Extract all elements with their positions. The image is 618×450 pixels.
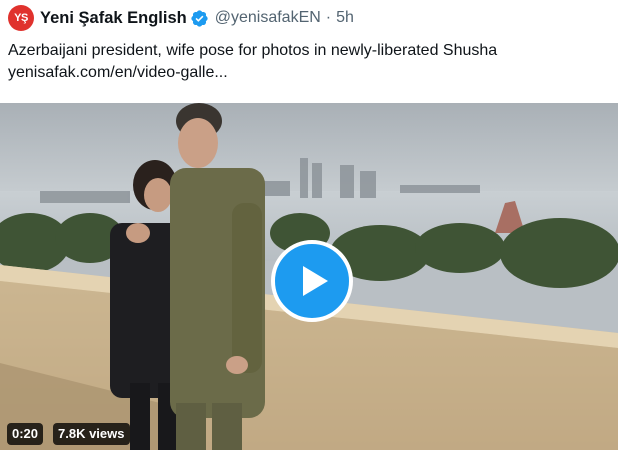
verified-badge-icon <box>191 9 208 27</box>
tweet-link[interactable]: yenisafak.com/en/video-galle... <box>8 62 613 84</box>
video-views-badge: 7.8K views <box>53 423 130 445</box>
tweet-body: Azerbaijani president, wife pose for pho… <box>8 42 498 59</box>
play-button[interactable] <box>271 240 353 322</box>
video-player[interactable] <box>0 103 618 450</box>
separator-dot: · <box>325 9 332 26</box>
video-duration-badge: 0:20 <box>7 423 44 445</box>
avatar[interactable]: YŞ <box>8 5 34 31</box>
display-name[interactable]: Yeni Şafak English <box>40 9 187 28</box>
timestamp[interactable]: 5h <box>336 9 354 27</box>
tweet-header: YŞ Yeni Şafak English @yenisafakEN · 5h <box>8 5 354 31</box>
handle[interactable]: @yenisafakEN <box>215 9 321 27</box>
avatar-logo: YŞ <box>14 12 28 24</box>
tweet-text: Azerbaijani president, wife pose for pho… <box>8 40 613 84</box>
play-icon <box>303 266 328 296</box>
